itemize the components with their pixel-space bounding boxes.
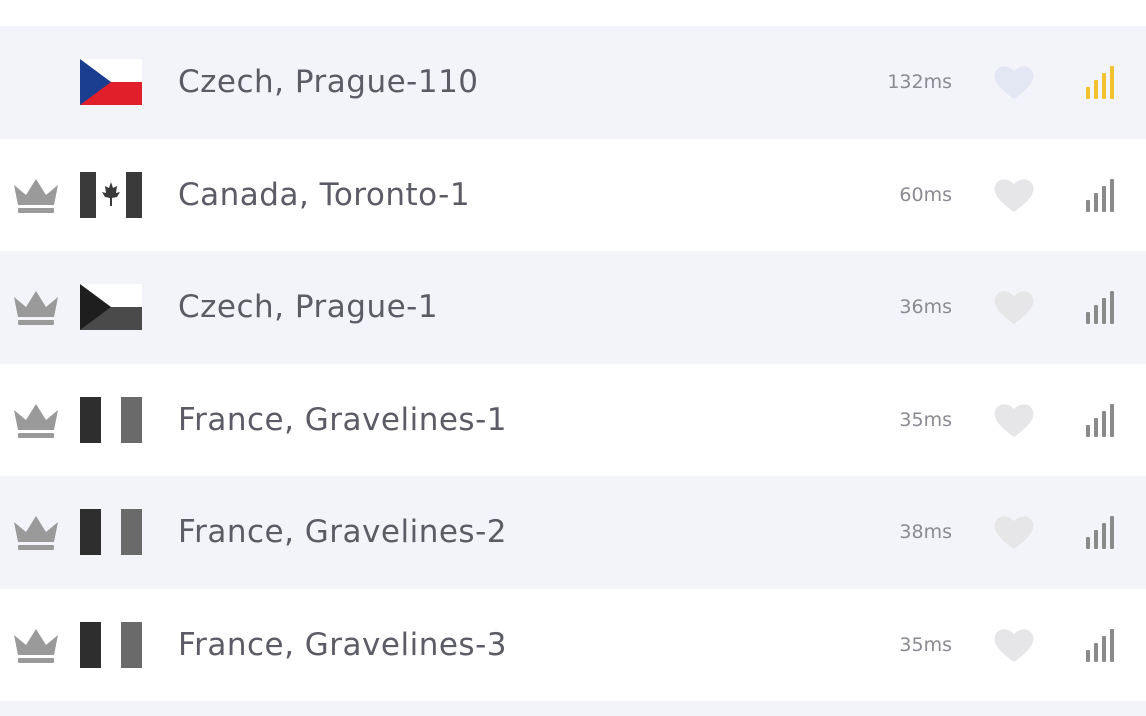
server-ping: 38ms — [899, 521, 952, 544]
server-name: France, Gravelines-1 — [178, 401, 507, 438]
server-name: France, Gravelines-2 — [178, 514, 507, 551]
server-name: Czech, Prague-110 — [178, 64, 479, 101]
canada-flag-icon — [80, 171, 142, 218]
server-row-france-gravelines-2[interactable]: France, Gravelines-2 38ms — [0, 476, 1146, 589]
france-flag-icon — [80, 396, 142, 443]
favorite-heart-icon[interactable] — [993, 63, 1035, 101]
server-row-canada-toronto-1[interactable]: Canada, Toronto-1 60ms — [0, 138, 1146, 251]
favorite-heart-icon[interactable] — [993, 288, 1035, 326]
france-flag-icon — [80, 509, 142, 556]
signal-strength-icon — [1086, 516, 1114, 550]
server-list: Czech, Prague-110 132ms Canada, Toronto-… — [0, 26, 1146, 701]
signal-strength-icon — [1086, 291, 1114, 325]
server-row-france-gravelines-1[interactable]: France, Gravelines-1 35ms — [0, 363, 1146, 476]
server-name: Canada, Toronto-1 — [178, 176, 471, 213]
signal-strength-icon — [1086, 403, 1114, 437]
signal-strength-icon — [1086, 66, 1114, 100]
premium-crown-icon — [14, 291, 58, 326]
server-row-france-gravelines-3[interactable]: France, Gravelines-3 35ms — [0, 588, 1146, 701]
list-bottom-edge — [0, 701, 1146, 716]
server-row-czech-prague-110[interactable]: Czech, Prague-110 132ms — [0, 26, 1146, 139]
czech-flag-icon — [80, 284, 142, 331]
favorite-heart-icon[interactable] — [993, 513, 1035, 551]
premium-crown-icon — [14, 516, 58, 551]
signal-strength-icon — [1086, 178, 1114, 212]
server-name: Czech, Prague-1 — [178, 289, 439, 326]
czech-flag-icon — [80, 59, 142, 106]
server-ping: 60ms — [899, 183, 952, 206]
server-ping: 132ms — [887, 71, 952, 94]
favorite-heart-icon[interactable] — [993, 401, 1035, 439]
server-row-czech-prague-1[interactable]: Czech, Prague-1 36ms — [0, 251, 1146, 364]
server-ping: 35ms — [899, 408, 952, 431]
premium-crown-icon — [14, 403, 58, 438]
favorite-heart-icon[interactable] — [993, 626, 1035, 664]
server-name: France, Gravelines-3 — [178, 626, 507, 663]
france-flag-icon — [80, 621, 142, 668]
server-ping: 35ms — [899, 633, 952, 656]
favorite-heart-icon[interactable] — [993, 176, 1035, 214]
premium-crown-icon — [14, 178, 58, 213]
signal-strength-icon — [1086, 628, 1114, 662]
server-ping: 36ms — [899, 296, 952, 319]
list-top-spacer — [0, 0, 1146, 26]
premium-crown-icon — [14, 628, 58, 663]
